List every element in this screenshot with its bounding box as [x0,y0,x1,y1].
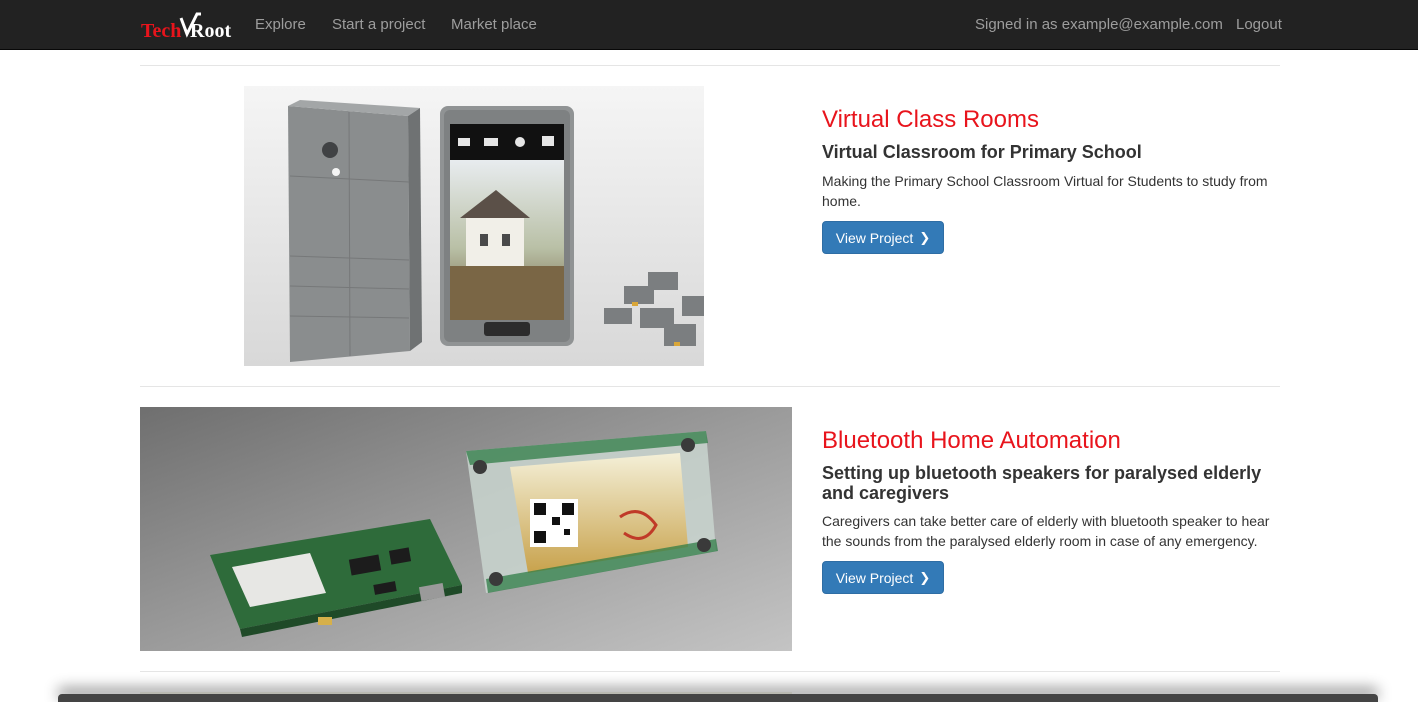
project-image[interactable] [140,407,792,651]
nav-explore[interactable]: Explore [255,16,306,33]
bluetooth-device-photo [140,407,792,651]
nav-start-project[interactable]: Start a project [332,16,425,33]
brand-logo[interactable]: Tech Root [141,10,241,42]
view-project-button[interactable]: View Project ❯ [822,561,944,594]
project-image[interactable] [244,86,704,366]
button-label: View Project [835,229,914,246]
project-title[interactable]: Bluetooth Home Automation [822,427,1121,455]
chevron-right-icon: ❯ [919,569,931,585]
nav-market-place[interactable]: Market place [451,16,537,33]
project-description: Caregivers can take better care of elder… [822,513,1270,549]
view-project-button[interactable]: View Project ❯ [822,221,944,254]
project-card: Bluetooth Home Automation Setting up blu… [140,407,1280,651]
project-subtitle: Setting up bluetooth speakers for paraly… [822,463,1262,503]
project-subtitle: Virtual Classroom for Primary School [822,142,1142,162]
chevron-right-icon: ❯ [919,229,931,245]
divider [140,386,1280,387]
modular-phone-photo [244,86,704,366]
divider [140,671,1280,672]
signed-in-user[interactable]: Signed in as example@example.com [975,16,1223,33]
project-card: Virtual Class Rooms Virtual Classroom fo… [140,86,1280,366]
divider [140,65,1280,66]
project-title[interactable]: Virtual Class Rooms [822,106,1039,134]
brand-part2: Root [190,20,231,42]
navbar: Tech Root Explore Start a project Market… [0,0,1418,50]
button-label: View Project [835,569,914,586]
bottom-overlay-bar [58,694,1378,702]
brand-part1: Tech [141,20,181,42]
project-description: Making the Primary School Classroom Virt… [822,173,1268,209]
logout-link[interactable]: Logout [1236,16,1282,33]
